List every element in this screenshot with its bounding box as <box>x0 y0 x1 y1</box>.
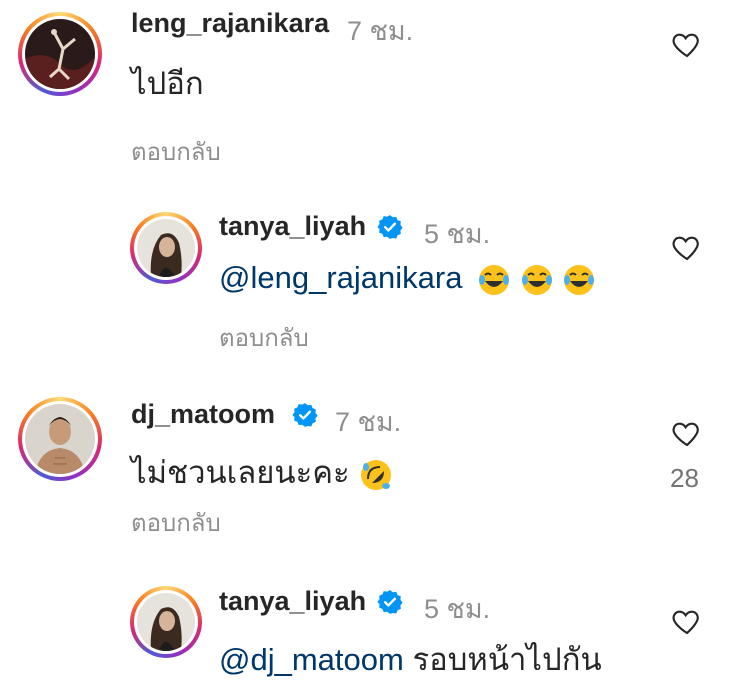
mention-link[interactable]: @dj_matoom <box>219 642 404 677</box>
comment-text-body: รอบหน้าไปกัน <box>403 642 602 677</box>
username[interactable]: tanya_liyah <box>219 586 366 617</box>
heart-icon[interactable] <box>670 417 704 449</box>
verified-badge-icon <box>292 403 318 427</box>
tears-of-joy-emoji <box>564 264 595 295</box>
avatar-photo <box>25 19 95 89</box>
timestamp: 5 ชม. <box>424 219 491 249</box>
rolling-on-floor-laughing-emoji <box>361 459 392 490</box>
laughing-emoji-group <box>477 260 596 295</box>
username[interactable]: leng_rajanikara <box>131 8 329 39</box>
avatar[interactable] <box>130 212 202 284</box>
reply-button[interactable]: ตอบกลับ <box>219 318 309 357</box>
avatar[interactable] <box>130 586 202 658</box>
comment-text: ไปอีก <box>131 66 204 101</box>
verified-badge-icon <box>377 215 403 239</box>
avatar-photo <box>137 219 195 277</box>
timestamp: 7 ชม. <box>335 407 402 437</box>
verified-badge-icon <box>377 590 403 614</box>
like-count: 28 <box>670 463 699 493</box>
comment-dj-matoom: dj_matoom 7 ชม. ไม่ชวนเลยนะคะ ตอบกลับ 28 <box>0 385 750 550</box>
username[interactable]: dj_matoom <box>131 399 275 430</box>
avatar[interactable] <box>18 12 102 96</box>
reply-button[interactable]: ตอบกลับ <box>131 503 221 542</box>
timestamp: 7 ชม. <box>347 16 414 46</box>
tears-of-joy-emoji <box>479 264 510 295</box>
reply-tanya-liyah-2: tanya_liyah 5 ชม. @dj_matoom รอบหน้าไปกั… <box>0 572 750 683</box>
comment-leng-rajanikara: leng_rajanikara 7 ชม. ไปอีก ตอบกลับ <box>0 0 750 180</box>
avatar-photo <box>137 593 195 651</box>
timestamp: 5 ชม. <box>424 594 491 624</box>
comment-text: @dj_matoom รอบหน้าไปกัน <box>219 634 602 684</box>
comment-text: ไม่ชวนเลยนะคะ <box>131 447 394 497</box>
tears-of-joy-emoji <box>521 264 552 295</box>
username[interactable]: tanya_liyah <box>219 211 366 242</box>
heart-icon[interactable] <box>670 605 704 637</box>
heart-icon[interactable] <box>670 28 704 60</box>
comment-text-body: ไม่ชวนเลยนะคะ <box>131 455 350 490</box>
mention-link[interactable]: @leng_rajanikara <box>219 260 462 295</box>
avatar-photo <box>25 404 95 474</box>
reply-button[interactable]: ตอบกลับ <box>131 132 221 171</box>
avatar[interactable] <box>18 397 102 481</box>
heart-icon[interactable] <box>670 231 704 263</box>
reply-tanya-liyah-1: tanya_liyah 5 ชม. @leng_rajanikara ตอบกล… <box>0 200 750 360</box>
comment-text: @leng_rajanikara <box>219 260 596 297</box>
